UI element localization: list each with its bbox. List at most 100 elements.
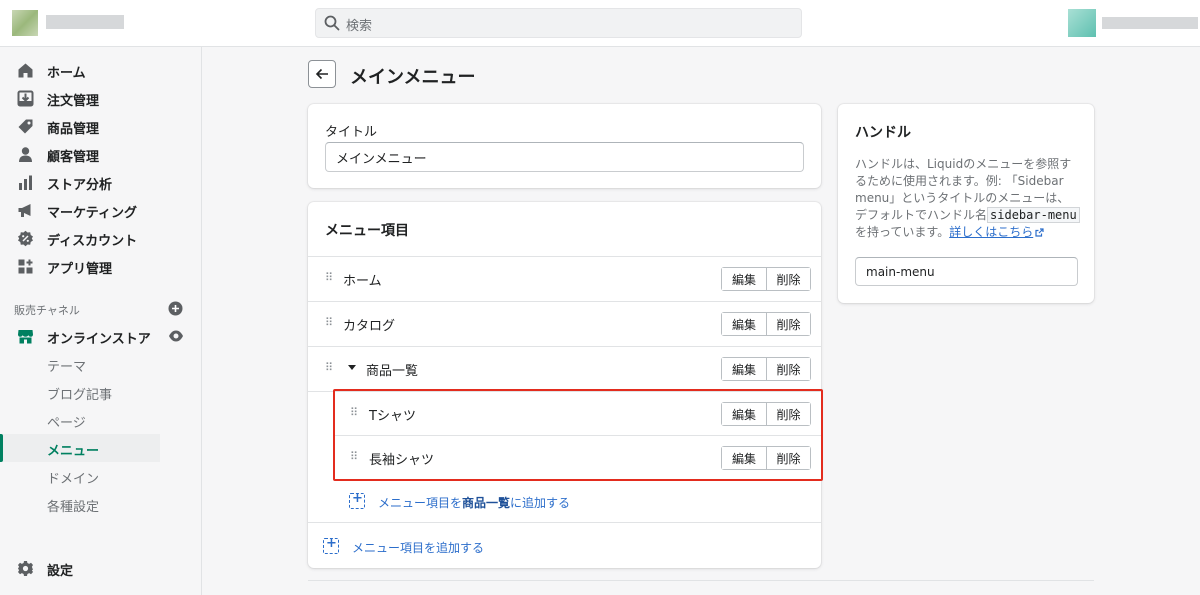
learn-more-link[interactable]: 詳しくはこちら <box>949 225 1044 239</box>
apps-icon <box>18 259 33 274</box>
sidebar-item-label: 顧客管理 <box>47 150 100 165</box>
edit-button[interactable]: 編集 <box>722 447 767 469</box>
title-input[interactable] <box>325 142 804 172</box>
sidebar-item-label: 注文管理 <box>47 94 100 109</box>
menu-items-card: メニュー項目 ⠿ ホーム 編集 削除 ⠿ カタログ 編集 削除 ⠿ 商品一覧 編… <box>308 202 821 568</box>
drag-handle-icon[interactable]: ⠿ <box>350 407 358 419</box>
edit-button[interactable]: 編集 <box>722 268 767 290</box>
handle-card: ハンドル ハンドルは、Liquidのメニューを参照するために使用されます。例: … <box>838 104 1094 303</box>
discount-icon <box>18 230 33 247</box>
add-menu-item-link[interactable]: メニュー項目を追加する <box>352 539 484 556</box>
sidebar-subitem-label: メニュー <box>47 444 100 459</box>
sidebar-item-orders[interactable]: 注文管理 <box>0 84 202 112</box>
back-button[interactable] <box>308 60 336 88</box>
handle-input[interactable] <box>855 257 1078 286</box>
title-field-label: タイトル <box>325 125 378 140</box>
sidebar-item-apps[interactable]: アプリ管理 <box>0 252 202 280</box>
sidebar-item-discounts[interactable]: ディスカウント <box>0 224 202 252</box>
drag-handle-icon[interactable]: ⠿ <box>325 362 333 374</box>
sales-channels-heading: 販売チャネル <box>14 304 80 317</box>
delete-button[interactable]: 削除 <box>767 268 810 290</box>
divider <box>308 580 1094 581</box>
divider <box>308 522 821 523</box>
drag-handle-icon[interactable]: ⠿ <box>325 272 333 284</box>
eye-icon[interactable] <box>168 329 184 343</box>
storefront-icon <box>18 330 33 344</box>
sidebar-item-customers[interactable]: 顧客管理 <box>0 140 202 168</box>
menu-row-label: 長袖シャツ <box>369 453 435 468</box>
row-actions: 編集 削除 <box>721 312 811 336</box>
menu-row-label: カタログ <box>343 319 396 334</box>
row-actions: 編集 削除 <box>721 267 811 291</box>
search-icon <box>324 15 340 31</box>
sidebar-subitem-blog[interactable]: ブログ記事 <box>0 378 160 406</box>
store-name-blurred[interactable] <box>46 15 124 29</box>
sidebar-subitem-themes[interactable]: テーマ <box>0 350 160 378</box>
delete-button[interactable]: 削除 <box>767 403 810 425</box>
delete-button[interactable]: 削除 <box>767 447 810 469</box>
sidebar-item-label: ストア分析 <box>47 178 113 193</box>
add-child-icon[interactable] <box>349 491 365 509</box>
add-channel-icon[interactable] <box>168 301 183 316</box>
menu-row: ⠿ 長袖シャツ 編集 削除 <box>308 436 821 480</box>
sidebar-subitem-pages[interactable]: ページ <box>0 406 160 434</box>
store-logo[interactable] <box>12 10 38 36</box>
edit-button[interactable]: 編集 <box>722 358 767 380</box>
sidebar-item-label: 商品管理 <box>47 122 100 137</box>
sidebar-item-label: ホーム <box>47 66 86 81</box>
bar-chart-icon <box>19 175 32 190</box>
edit-button[interactable]: 編集 <box>722 403 767 425</box>
sidebar-subitem-label: 各種設定 <box>47 500 100 515</box>
learn-more-label: 詳しくはこちら <box>949 225 1034 239</box>
edit-button[interactable]: 編集 <box>722 313 767 335</box>
sidebar-item-home[interactable]: ホーム <box>0 56 202 84</box>
sidebar-item-marketing[interactable]: マーケティング <box>0 196 202 224</box>
sidebar-item-settings[interactable]: 設定 <box>0 554 202 582</box>
sidebar-subitem-menu[interactable]: メニュー <box>0 434 160 462</box>
menu-row: ⠿ 商品一覧 編集 削除 <box>308 347 821 391</box>
menu-row-label: ホーム <box>343 274 382 289</box>
avatar[interactable] <box>1068 9 1096 37</box>
menu-row-label: Tシャツ <box>369 409 416 424</box>
sidebar-item-label: オンラインストア <box>47 332 151 347</box>
megaphone-icon <box>18 204 31 217</box>
external-link-icon <box>1035 228 1044 237</box>
menu-row: ⠿ ホーム 編集 削除 <box>308 257 821 301</box>
row-actions: 編集 削除 <box>721 402 811 426</box>
search-placeholder[interactable]: 検索 <box>346 15 372 34</box>
sidebar-item-products[interactable]: 商品管理 <box>0 112 202 140</box>
add-item-icon[interactable] <box>323 536 339 554</box>
row-actions: 編集 削除 <box>721 446 811 470</box>
drag-handle-icon[interactable]: ⠿ <box>325 317 333 329</box>
sidebar-subitem-label: ブログ記事 <box>47 388 113 403</box>
arrow-left-icon <box>315 68 328 80</box>
add-child-prefix: メニュー項目を <box>378 496 463 510</box>
page-title: メインメニュー <box>350 67 476 88</box>
delete-button[interactable]: 削除 <box>767 313 810 335</box>
sidebar-item-label: 設定 <box>47 564 74 579</box>
orders-icon <box>17 90 34 107</box>
sidebar-subitem-preferences[interactable]: 各種設定 <box>0 490 160 518</box>
handle-desc-text: を持っています。 <box>855 225 950 239</box>
sidebar-subitem-label: ページ <box>47 416 86 431</box>
caret-down-icon[interactable] <box>348 365 356 370</box>
top-bar: 検索 <box>0 0 1200 47</box>
gear-icon <box>18 561 33 576</box>
home-icon <box>18 63 33 78</box>
sidebar-item-label: アプリ管理 <box>47 262 113 277</box>
user-name-blurred[interactable] <box>1102 17 1198 29</box>
delete-button[interactable]: 削除 <box>767 358 810 380</box>
user-menu[interactable] <box>1068 9 1200 37</box>
drag-handle-icon[interactable]: ⠿ <box>350 451 358 463</box>
sidebar-item-label: マーケティング <box>47 206 137 221</box>
search-bar[interactable]: 検索 <box>315 8 802 38</box>
row-actions: 編集 削除 <box>721 357 811 381</box>
tag-icon <box>18 119 33 134</box>
sidebar-subitem-label: テーマ <box>47 360 87 375</box>
sidebar-item-analytics[interactable]: ストア分析 <box>0 168 202 196</box>
add-child-item-link[interactable]: メニュー項目を商品一覧に追加する <box>378 494 570 511</box>
menu-items-heading: メニュー項目 <box>325 223 409 239</box>
sidebar-item-label: ディスカウント <box>47 234 138 249</box>
sidebar: ホーム 注文管理 商品管理 顧客管理 ストア分析 マーケティング ディスカウント… <box>0 47 202 595</box>
sidebar-subitem-domains[interactable]: ドメイン <box>0 462 160 490</box>
